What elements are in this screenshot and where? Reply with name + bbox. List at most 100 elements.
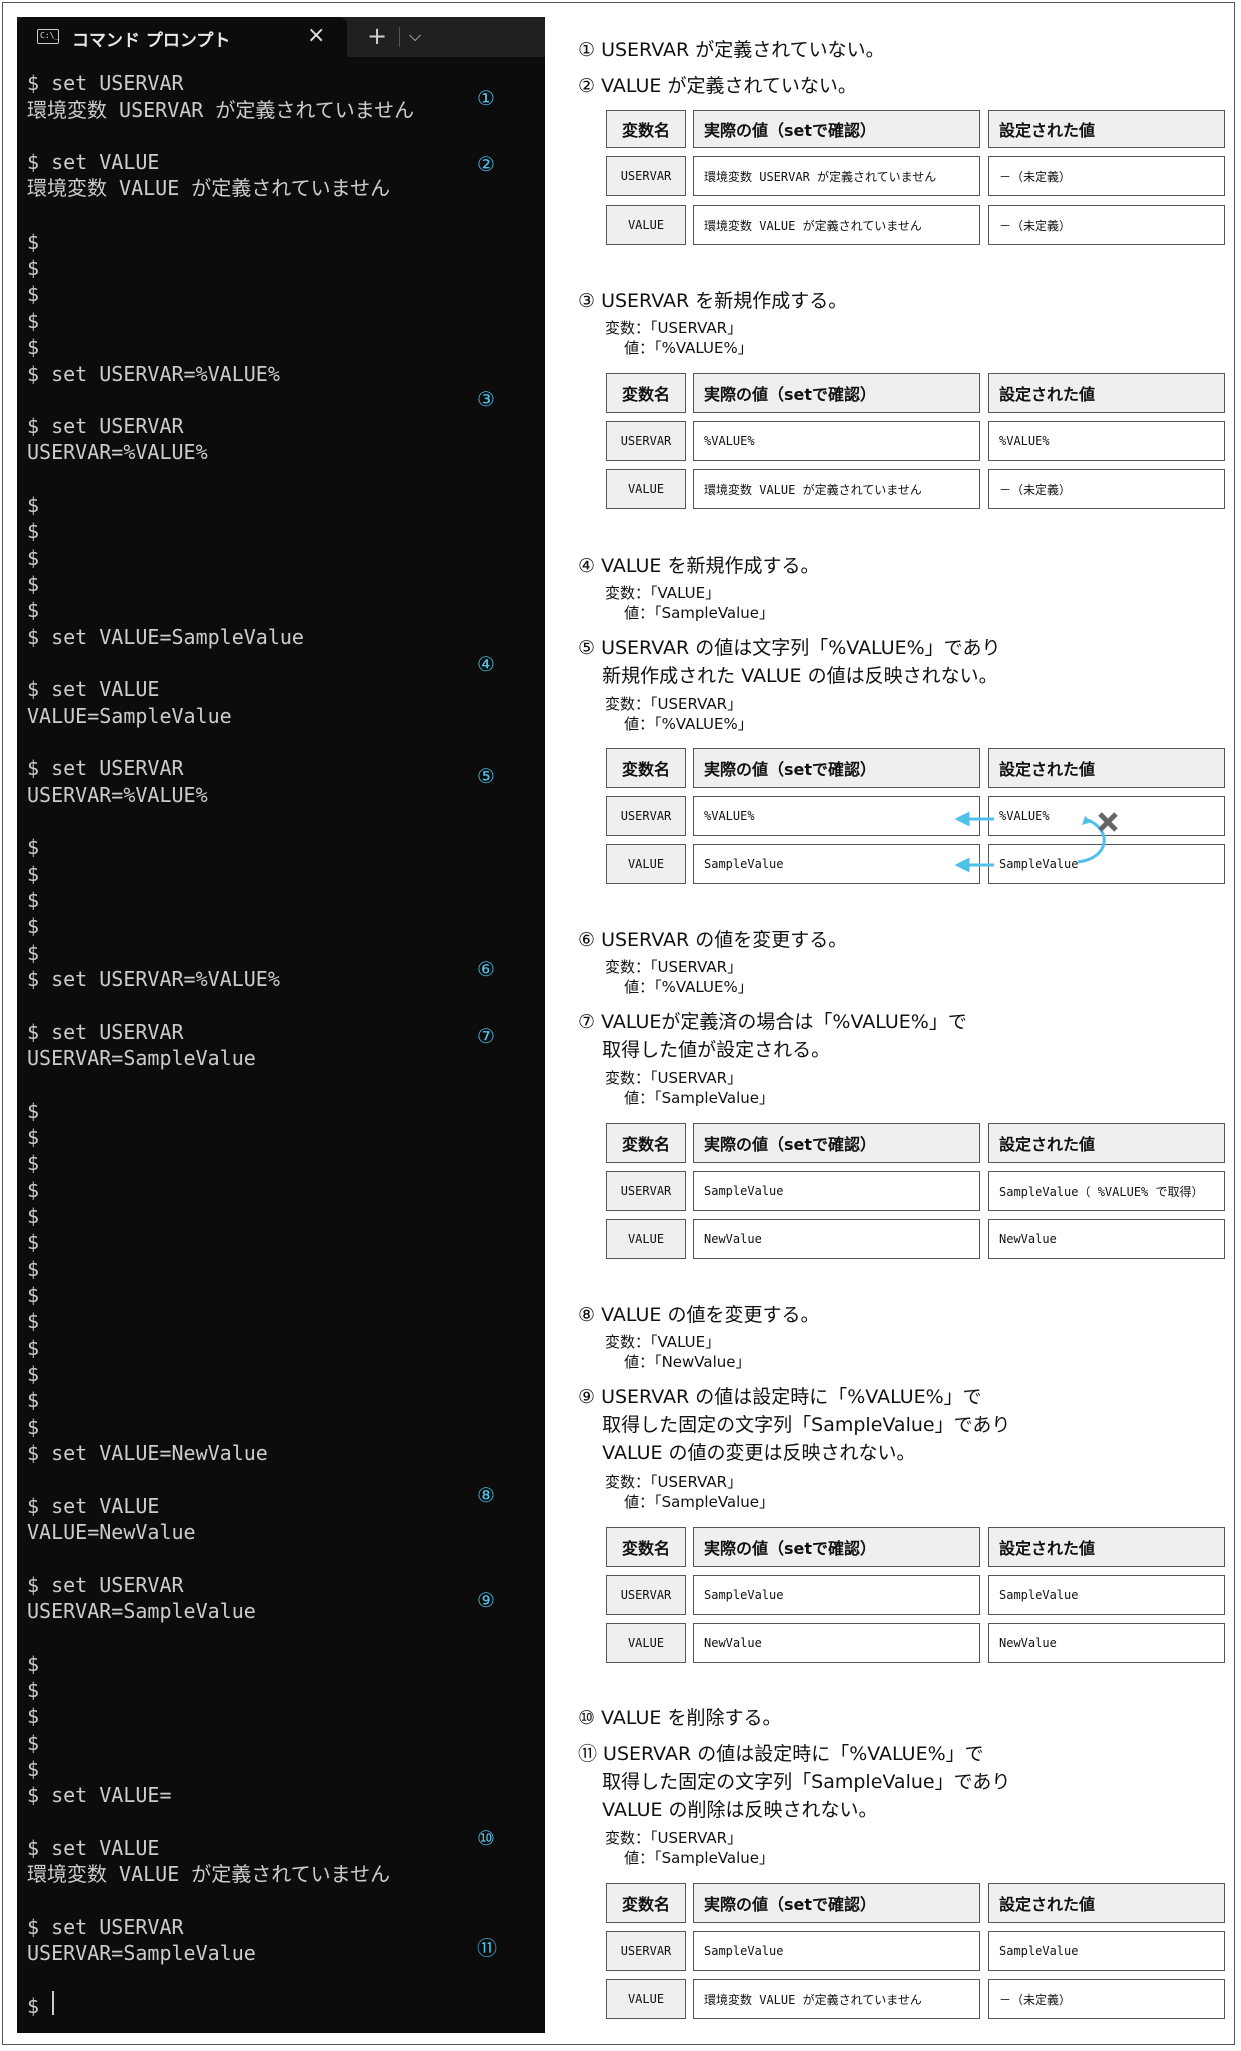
terminal-icon: C:\_ bbox=[37, 29, 59, 44]
terminal-line: $ bbox=[27, 519, 40, 543]
table-cell-name: VALUE bbox=[606, 1979, 686, 2019]
step-description: ⑨ USERVAR の値は設定時に「%VALUE%」で 取得した固定の文字列「S… bbox=[578, 1386, 1011, 1464]
table-header: 設定された値 bbox=[988, 373, 1225, 413]
step-description: ② VALUE が定義されていない。 bbox=[578, 75, 857, 97]
terminal-line: $ set USERVAR bbox=[27, 414, 184, 438]
table-cell-name: VALUE bbox=[606, 1623, 686, 1663]
terminal-line: $ bbox=[27, 546, 40, 570]
terminal-line: $ set VALUE=SampleValue bbox=[27, 625, 304, 649]
terminal-line: $ set VALUE=NewValue bbox=[27, 1441, 268, 1465]
terminal-line: VALUE=NewValue bbox=[27, 1520, 196, 1544]
table-header: 実際の値（setで確認） bbox=[693, 748, 980, 788]
terminal-line: 環境変数 VALUE が定義されていません bbox=[27, 1862, 391, 1886]
table-cell-actual: 環境変数 VALUE が定義されていません bbox=[693, 1979, 980, 2019]
terminal-line: $ bbox=[27, 598, 40, 622]
step-description: ⑤ USERVAR の値は文字列「%VALUE%」であり 新規作成された VAL… bbox=[578, 637, 1001, 687]
step-marker: ② bbox=[477, 152, 495, 176]
step-description: ④ VALUE を新規作成する。 bbox=[578, 555, 820, 577]
terminal-line: $ bbox=[27, 1678, 40, 1702]
text-cursor bbox=[52, 1991, 54, 2015]
table-cell-set: NewValue bbox=[988, 1623, 1225, 1663]
table-header: 変数名 bbox=[606, 373, 686, 413]
table-cell-actual: SampleValue bbox=[693, 844, 980, 884]
terminal-line: $ set USERVAR=%VALUE% bbox=[27, 967, 280, 991]
table-header: 実際の値（setで確認） bbox=[693, 110, 980, 148]
terminal-line: $ bbox=[27, 862, 40, 886]
terminal-line: $ bbox=[27, 1230, 40, 1254]
step-description: ⑪ USERVAR の値は設定時に「%VALUE%」で 取得した固定の文字列「S… bbox=[578, 1743, 1011, 1821]
table-cell-name: USERVAR bbox=[606, 1575, 686, 1615]
table-cell-actual: 環境変数 VALUE が定義されていません bbox=[693, 469, 980, 509]
step-marker: ④ bbox=[477, 652, 495, 676]
terminal-line: $ bbox=[27, 572, 40, 596]
table-header: 設定された値 bbox=[988, 1123, 1225, 1163]
terminal-line: $ set USERVAR bbox=[27, 1020, 184, 1044]
tab-bar: C:\_ コマンド プロンプト × + ⌵ bbox=[17, 17, 545, 57]
chevron-down-icon[interactable]: ⌵ bbox=[409, 26, 421, 46]
step-description: ⑦ VALUEが定義済の場合は「%VALUE%」で 取得した値が設定される。 bbox=[578, 1011, 967, 1061]
step-marker: ⑨ bbox=[477, 1588, 495, 1612]
terminal-line: $ set USERVAR bbox=[27, 71, 184, 95]
table-cell-name: USERVAR bbox=[606, 796, 686, 836]
step-detail: 変数：「VALUE」 値：「SampleValue」 bbox=[605, 584, 775, 622]
table-header: 変数名 bbox=[606, 1123, 686, 1163]
terminal-line: $ set VALUE bbox=[27, 1494, 160, 1518]
step-description: ⑧ VALUE の値を変更する。 bbox=[578, 1304, 820, 1326]
step-marker: ⑩ bbox=[477, 1826, 495, 1850]
table-header: 実際の値（setで確認） bbox=[693, 373, 980, 413]
terminal-tab[interactable]: C:\_ コマンド プロンプト × bbox=[17, 17, 347, 57]
terminal-window[interactable]: C:\_ コマンド プロンプト × + ⌵ $ set USERVAR 環境変数… bbox=[17, 17, 545, 2033]
terminal-line: USERVAR=SampleValue bbox=[27, 1599, 256, 1623]
table-header: 変数名 bbox=[606, 1883, 686, 1923]
table-cell-actual: NewValue bbox=[693, 1219, 980, 1259]
step-marker: ⑧ bbox=[477, 1483, 495, 1507]
terminal-line: $ bbox=[27, 256, 40, 280]
table-cell-name: USERVAR bbox=[606, 421, 686, 461]
table-cell-set: %VALUE% bbox=[988, 421, 1225, 461]
terminal-line: $ bbox=[27, 1178, 40, 1202]
terminal-line: $ bbox=[27, 1704, 40, 1728]
table-header: 設定された値 bbox=[988, 110, 1225, 148]
step-detail: 変数：「USERVAR」 値：「SampleValue」 bbox=[605, 1473, 775, 1511]
table-header: 実際の値（setで確認） bbox=[693, 1123, 980, 1163]
table-cell-actual: %VALUE% bbox=[693, 421, 980, 461]
table-cell-set: －（未定義） bbox=[988, 205, 1225, 245]
table-cell-set: SampleValue bbox=[988, 1575, 1225, 1615]
table-cell-set: －（未定義） bbox=[988, 156, 1225, 196]
terminal-line: $ bbox=[27, 1125, 40, 1149]
terminal-line: $ bbox=[27, 1362, 40, 1386]
step-marker: ⑤ bbox=[477, 764, 495, 788]
table-cell-set: －（未定義） bbox=[988, 469, 1225, 509]
terminal-line: $ bbox=[27, 230, 40, 254]
terminal-line: $ bbox=[27, 941, 40, 965]
terminal-line: $ bbox=[27, 493, 40, 517]
terminal-line: USERVAR=SampleValue bbox=[27, 1046, 256, 1070]
close-icon[interactable]: × bbox=[307, 23, 325, 48]
terminal-line: $ bbox=[27, 1099, 40, 1123]
terminal-line: $ bbox=[27, 888, 40, 912]
table-cell-actual: 環境変数 USERVAR が定義されていません bbox=[693, 156, 980, 196]
terminal-icon-text: C:\_ bbox=[40, 31, 60, 40]
table-cell-actual: SampleValue bbox=[693, 1931, 980, 1971]
terminal-line: $ set USERVAR=%VALUE% bbox=[27, 362, 280, 386]
step-marker: ① bbox=[477, 86, 495, 110]
terminal-line: 環境変数 VALUE が定義されていません bbox=[27, 176, 391, 200]
terminal-line: $ bbox=[27, 1151, 40, 1175]
table-header: 変数名 bbox=[606, 1527, 686, 1567]
table-cell-set: －（未定義） bbox=[988, 1979, 1225, 2019]
terminal-line: 環境変数 USERVAR が定義されていません bbox=[27, 98, 415, 122]
new-tab-icon[interactable]: + bbox=[367, 22, 387, 50]
table-header: 実際の値（setで確認） bbox=[693, 1527, 980, 1567]
terminal-line: $ bbox=[27, 835, 40, 859]
terminal-line: $ bbox=[27, 1757, 40, 1781]
step-description: ① USERVAR が定義されていない。 bbox=[578, 39, 885, 61]
terminal-line: $ bbox=[27, 914, 40, 938]
terminal-line: $ set VALUE bbox=[27, 677, 160, 701]
terminal-line: $ bbox=[27, 1204, 40, 1228]
step-detail: 変数：「USERVAR」 値：「%VALUE%」 bbox=[605, 695, 753, 733]
terminal-prompt[interactable]: $ bbox=[27, 1993, 51, 2019]
table-cell-actual: SampleValue bbox=[693, 1171, 980, 1211]
terminal-line: $ bbox=[27, 282, 40, 306]
table-header: 変数名 bbox=[606, 110, 686, 148]
terminal-line: $ bbox=[27, 1309, 40, 1333]
